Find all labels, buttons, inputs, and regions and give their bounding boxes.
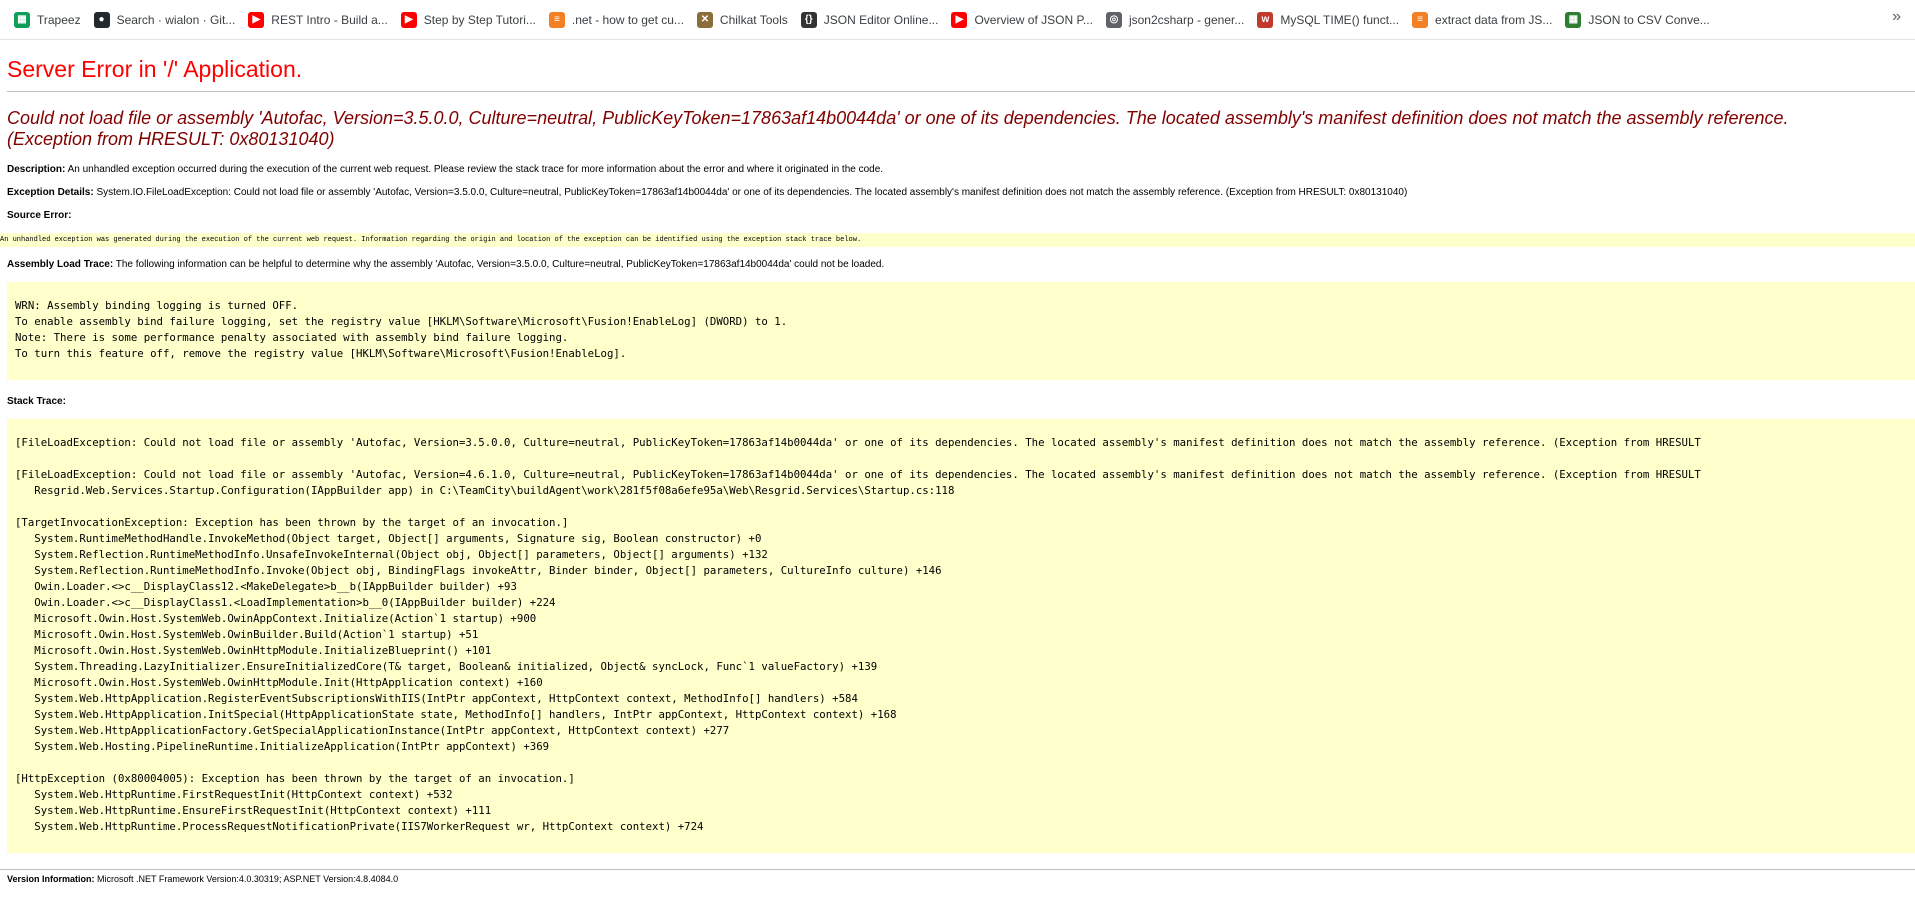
json-editor-icon: {} (800, 11, 817, 28)
bookmark-item[interactable]: ▶ Step by Step Tutori... (399, 6, 545, 34)
bookmark-item[interactable]: ▦ Trapeez (12, 6, 90, 34)
bookmark-item[interactable]: ▦ JSON to CSV Conve... (1563, 6, 1718, 34)
bookmark-item[interactable]: ✕ Chilkat Tools (695, 6, 797, 34)
bookmark-label: JSON Editor Online... (823, 12, 939, 27)
stack-trace-box: [FileLoadException: Could not load file … (7, 419, 1915, 853)
bookmark-label: MySQL TIME() funct... (1280, 12, 1400, 27)
youtube-icon: ▶ (400, 11, 417, 28)
error-page: Server Error in '/' Application. Could n… (0, 56, 1915, 884)
bookmark-item[interactable]: ▶ REST Intro - Build a... (246, 6, 397, 34)
page-title: Server Error in '/' Application. (7, 56, 303, 82)
github-icon: ● (93, 11, 110, 28)
bookmarks-bar: ▦ Trapeez ● Search · wialon · Git... ▶ REST I… (0, 0, 1915, 40)
bookmark-item[interactable]: ≡ .net - how to get cu... (547, 6, 693, 34)
sheets-icon: ▦ (14, 11, 30, 28)
stackoverflow-icon: ≡ (1412, 11, 1429, 28)
w3resource-icon: w (1257, 11, 1274, 28)
globe-icon: ◎ (1105, 11, 1122, 28)
bookmark-label: Overview of JSON P... (974, 12, 1093, 27)
youtube-icon: ▶ (951, 11, 968, 28)
source-section: Source Error: (7, 210, 1915, 221)
error-hresult: (Exception from HRESULT: 0x80131040) (7, 129, 335, 149)
youtube-icon: ▶ (248, 11, 265, 28)
exception-label: Exception Details: (7, 187, 94, 198)
assembly-section: Assembly Load Trace: The following infor… (7, 259, 1915, 270)
assembly-load-trace-box: WRN: Assembly binding logging is turned … (7, 282, 1915, 380)
stack-label: Stack Trace: (7, 396, 66, 407)
version-divider (0, 869, 1915, 870)
bookmark-label: .net - how to get cu... (571, 12, 684, 27)
source-error-box: An unhandled exception was generated dur… (0, 233, 1915, 247)
description-text: An unhandled exception occurred during t… (67, 164, 884, 175)
bookmark-label: REST Intro - Build a... (271, 12, 388, 27)
stackoverflow-icon: ≡ (548, 11, 565, 28)
version-label: Version Information: (7, 874, 95, 884)
exception-text: System.IO.FileLoadException: Could not l… (96, 187, 1408, 198)
source-label: Source Error: (7, 210, 72, 221)
bookmark-label: JSON to CSV Conve... (1588, 12, 1710, 27)
bookmark-label: json2csharp - gener... (1128, 12, 1245, 27)
assembly-text: The following information can be helpful… (115, 259, 885, 270)
title-divider (7, 91, 1915, 92)
bookmark-item[interactable]: ≡ extract data from JS... (1410, 6, 1561, 34)
bookmark-item[interactable]: w MySQL TIME() funct... (1255, 6, 1408, 34)
error-message-text: Could not load file or assembly 'Autofac… (7, 108, 1789, 128)
csv-icon: ▦ (1565, 11, 1582, 28)
bookmark-label: extract data from JS... (1435, 12, 1553, 27)
bookmark-item[interactable]: ◎ json2csharp - gener... (1104, 6, 1253, 34)
assembly-label: Assembly Load Trace: (7, 259, 114, 270)
bookmark-item[interactable]: {} JSON Editor Online... (799, 6, 948, 34)
error-message: Could not load file or assembly 'Autofac… (7, 108, 1915, 150)
bookmark-label: Search · wialon · Git... (116, 12, 236, 27)
description-section: Description: An unhandled exception occu… (7, 164, 1915, 175)
bookmark-label: Trapeez (37, 12, 81, 27)
bookmark-label: Chilkat Tools (719, 12, 788, 27)
version-text: Microsoft .NET Framework Version:4.0.303… (97, 874, 399, 884)
bookmark-item[interactable]: ● Search · wialon · Git... (92, 6, 245, 34)
description-label: Description: (7, 164, 66, 175)
version-section: Version Information: Microsoft .NET Fram… (7, 874, 1915, 884)
more-bookmarks-chevron-icon[interactable]: » (1892, 8, 1901, 26)
tools-icon: ✕ (696, 11, 713, 28)
stack-section: Stack Trace: (7, 396, 1915, 407)
bookmark-label: Step by Step Tutori... (423, 12, 536, 27)
exception-section: Exception Details: System.IO.FileLoadExc… (7, 187, 1915, 198)
bookmark-item[interactable]: ▶ Overview of JSON P... (949, 6, 1101, 34)
